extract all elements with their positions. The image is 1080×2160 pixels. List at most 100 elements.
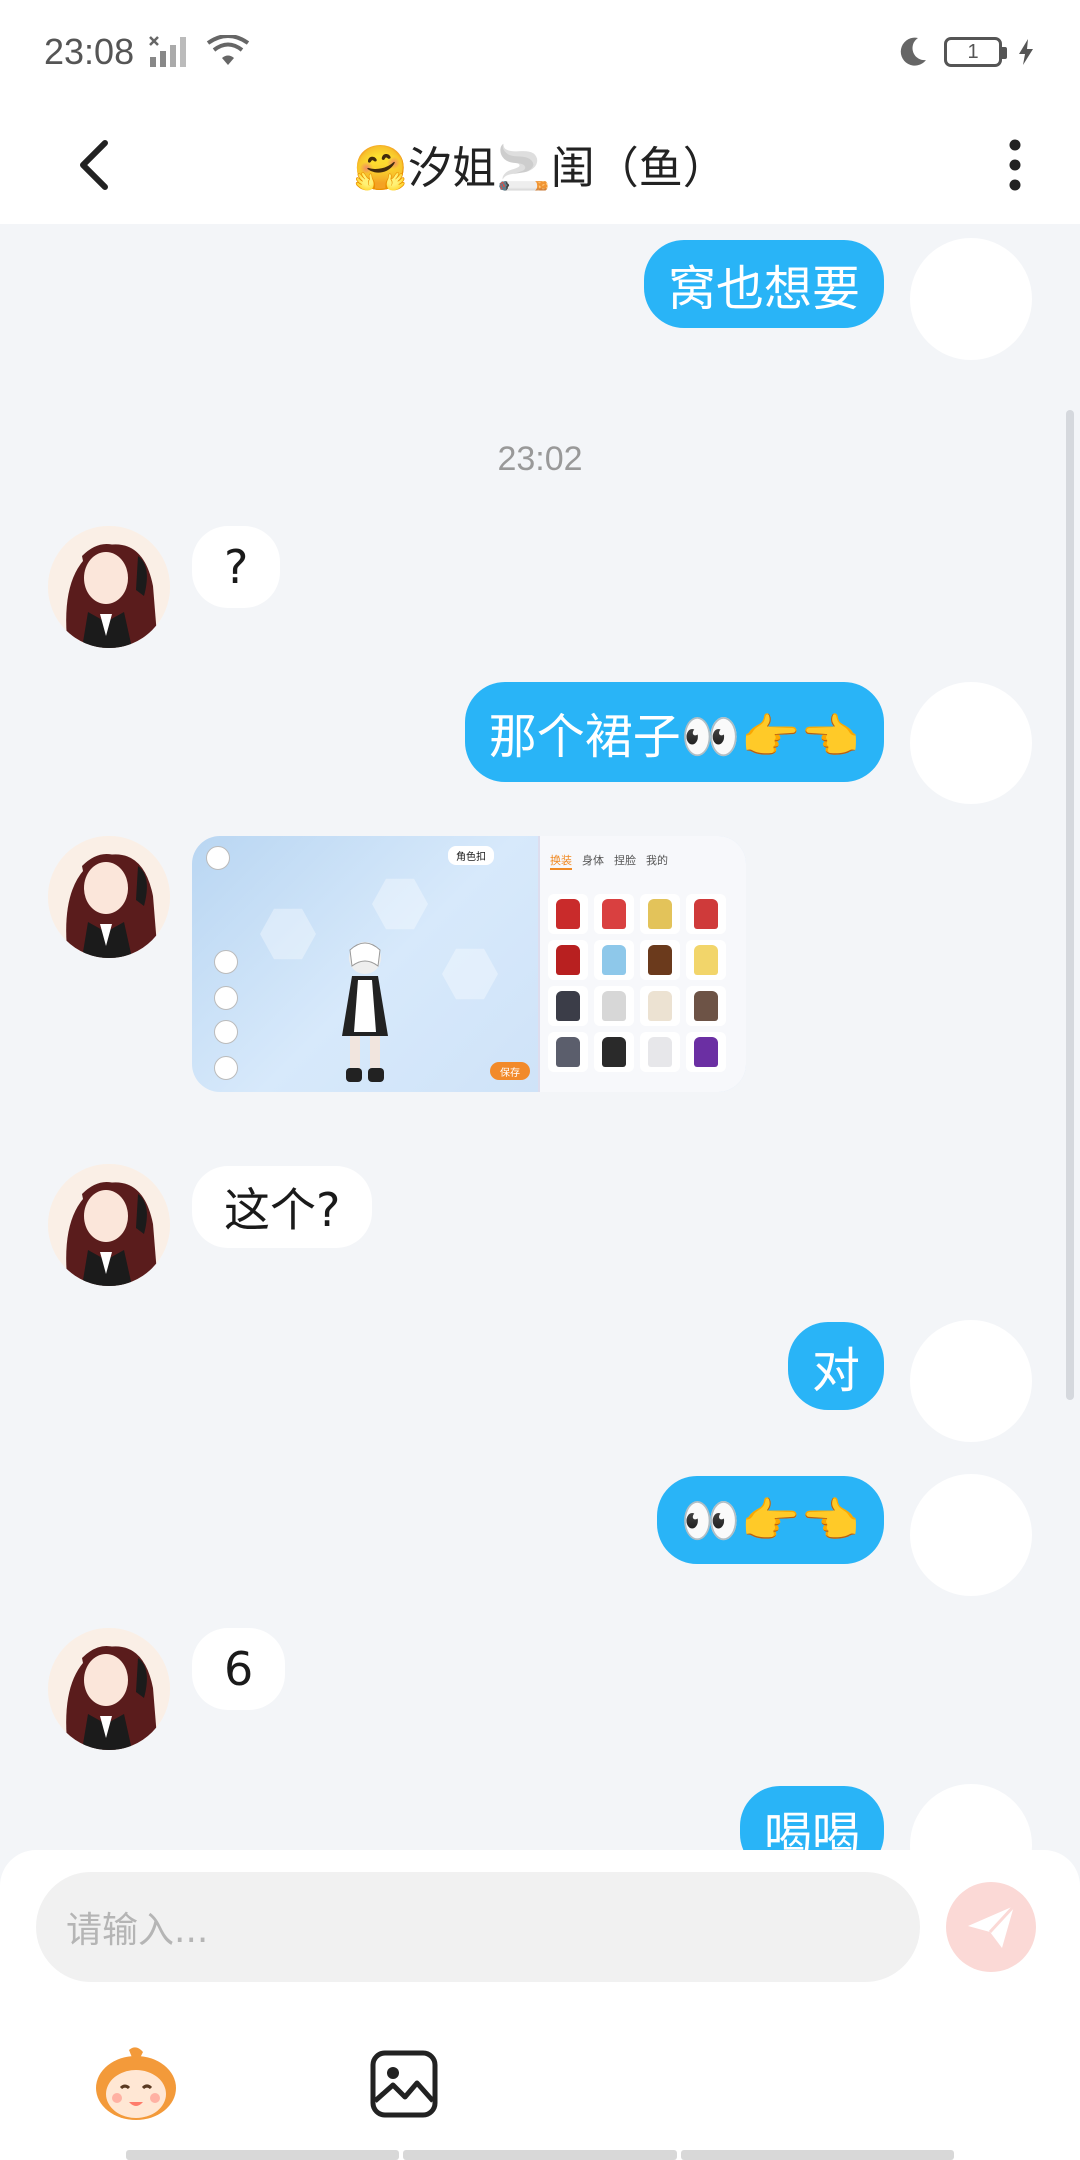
mascot-sticker-icon: [96, 2047, 176, 2120]
message-bubble[interactable]: 👀👉👈: [656, 1476, 884, 1564]
message-row-outgoing: 👀👉👈: [0, 1474, 1080, 1596]
hex-decoration: [260, 908, 316, 960]
image-message[interactable]: 角色扣 保存 换装 身体 捏脸 我的: [192, 836, 746, 1092]
divider-segment: [126, 2150, 400, 2160]
message-text: 6: [224, 1642, 254, 1696]
contact-avatar[interactable]: [48, 526, 170, 648]
message-bubble[interactable]: 对: [787, 1322, 884, 1410]
message-bubble[interactable]: 那个裙子👀👉👈: [464, 682, 884, 782]
anime-avatar-image: [48, 1164, 170, 1286]
hex-decoration: [372, 878, 428, 930]
wifi-icon: [206, 35, 250, 65]
message-input[interactable]: 请输入...: [36, 1872, 920, 1982]
contact-avatar[interactable]: [48, 1628, 170, 1750]
clothing-grid: [548, 894, 726, 1072]
message-bubble[interactable]: ?: [192, 526, 281, 608]
clothing-item: [548, 986, 588, 1026]
send-icon: [968, 1904, 1016, 1948]
clothing-item: [640, 1032, 680, 1072]
status-left: 23:08: [44, 31, 250, 73]
battery-indicator: 1: [944, 37, 1007, 67]
message-row-outgoing: 窝也想要: [0, 238, 1080, 360]
wardrobe-tabs: 换装 身体 捏脸 我的: [540, 836, 746, 870]
chat-title: 🤗汐姐🚬闺（鱼）: [353, 143, 727, 194]
message-bubble[interactable]: 窝也想要: [643, 240, 884, 328]
signal-icon: [149, 36, 187, 67]
save-button: 保存: [490, 1062, 530, 1080]
clothing-item: [640, 894, 680, 934]
clothing-item: [686, 894, 726, 934]
dice-icon: [214, 1056, 238, 1080]
my-avatar[interactable]: [910, 1474, 1032, 1596]
my-avatar[interactable]: [910, 682, 1032, 804]
user-icon: [214, 950, 238, 974]
message-bubble[interactable]: 喝喝: [739, 1786, 884, 1850]
clothing-item: [686, 1032, 726, 1072]
message-text: 对: [811, 1343, 860, 1399]
message-text: ?: [224, 540, 249, 594]
message-row-outgoing: 喝喝: [0, 1784, 1080, 1850]
message-text: 这个?: [224, 1183, 341, 1237]
status-bar: 23:08 1: [0, 0, 1080, 104]
moon-icon: [900, 37, 926, 66]
wardrobe-tab: 捏脸: [614, 854, 636, 867]
message-text: 窝也想要: [667, 261, 860, 317]
clothing-item: [594, 940, 634, 980]
clothing-item: [594, 894, 634, 934]
status-time: 23:08: [44, 31, 135, 72]
message-bubble[interactable]: 这个?: [192, 1166, 373, 1248]
clothing-item: [594, 986, 634, 1026]
wardrobe-tab: 换装: [550, 852, 572, 870]
more-options-button[interactable]: [990, 130, 1040, 200]
message-row-outgoing: 那个裙子👀👉👈: [0, 682, 1080, 804]
clothing-item: [548, 1032, 588, 1072]
chat-header: 🤗汐姐🚬闺（鱼）: [0, 104, 1080, 224]
my-avatar[interactable]: [910, 238, 1032, 360]
back-button[interactable]: [60, 130, 130, 200]
message-text: 👀👉👈: [680, 1492, 860, 1549]
chat-messages[interactable]: 窝也想要 23:02 ? 那个裙子👀👉👈 角色扣 保存 换装 身体 捏脸 我的 …: [0, 224, 1080, 1850]
divider-segment: [403, 2150, 677, 2160]
message-row-incoming: ?: [0, 526, 1080, 648]
image-character-preview: 角色扣 保存: [192, 836, 538, 1092]
battery-level: 1: [967, 40, 979, 63]
bottom-divider: [126, 2150, 954, 2160]
anime-avatar-image: [48, 836, 170, 958]
role-button: 角色扣: [448, 846, 494, 865]
gender-icon: [214, 986, 238, 1010]
chevron-left-icon: [80, 140, 108, 190]
message-text: 那个裙子👀👉👈: [488, 709, 860, 765]
message-row-incoming: 角色扣 保存 换装 身体 捏脸 我的: [0, 836, 1080, 1092]
clothing-item: [594, 1032, 634, 1072]
contact-avatar[interactable]: [48, 836, 170, 958]
character-figure: [342, 942, 388, 1082]
charging-icon: [1019, 39, 1033, 65]
image-icon: [370, 2050, 438, 2118]
composer: 请输入...: [0, 1850, 1080, 2160]
image-picker-button[interactable]: [354, 2034, 454, 2134]
message-text: 喝喝: [763, 1807, 860, 1850]
message-bubble[interactable]: 6: [192, 1628, 286, 1710]
clothing-item: [548, 894, 588, 934]
my-avatar[interactable]: [910, 1784, 1032, 1850]
wardrobe-tab: 身体: [582, 854, 604, 867]
sticker-button[interactable]: [86, 2034, 186, 2134]
my-avatar[interactable]: [910, 1320, 1032, 1442]
message-timestamp: 23:02: [497, 440, 583, 478]
clothing-item: [686, 986, 726, 1026]
clothing-item: [548, 940, 588, 980]
message-row-incoming: 这个?: [0, 1164, 1080, 1286]
anime-avatar-image: [48, 1628, 170, 1750]
anime-avatar-image: [48, 526, 170, 648]
clothing-item: [640, 940, 680, 980]
image-wardrobe-panel: 换装 身体 捏脸 我的: [538, 836, 746, 1092]
contact-avatar[interactable]: [48, 1164, 170, 1286]
send-button[interactable]: [946, 1882, 1036, 1972]
message-row-outgoing: 对: [0, 1320, 1080, 1442]
close-icon: [206, 846, 230, 870]
wardrobe-tab: 我的: [646, 854, 668, 867]
input-placeholder: 请输入...: [66, 1910, 209, 1951]
status-right: 1: [894, 34, 1036, 70]
clothing-item: [686, 940, 726, 980]
clothing-item: [640, 986, 680, 1026]
